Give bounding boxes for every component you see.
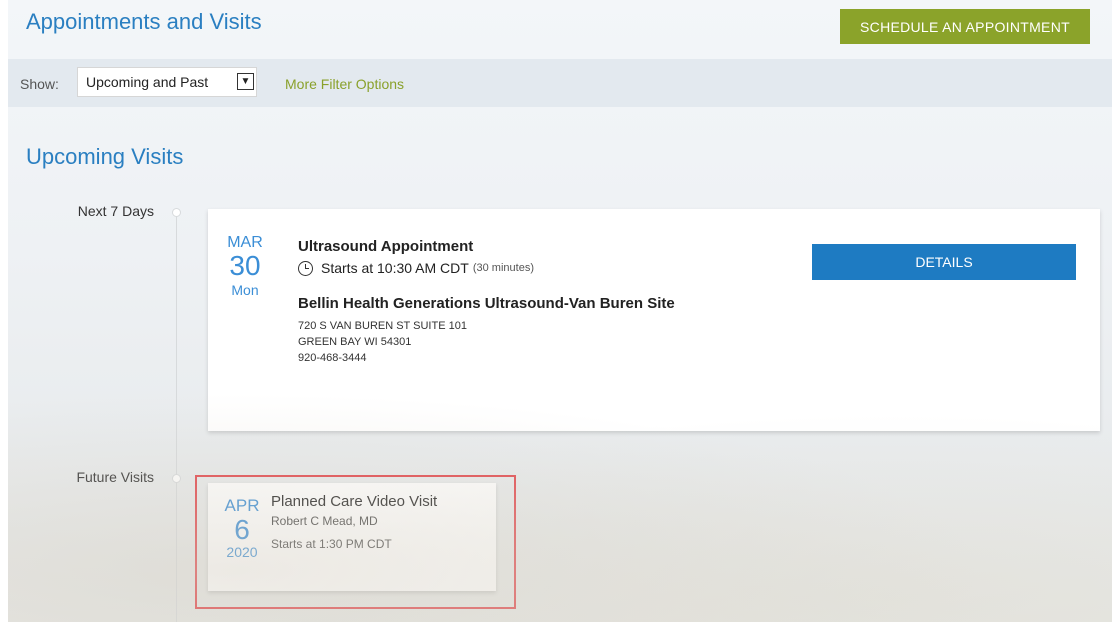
show-label: Show:	[20, 76, 59, 92]
visit-address-line1: 720 S VAN BUREN ST SUITE 101	[298, 320, 467, 332]
page: Appointments and Visits SCHEDULE AN APPO…	[8, 0, 1112, 622]
visit-card[interactable]: MAR 30 Mon Ultrasound Appointment Starts…	[208, 209, 1100, 431]
show-select-value: Upcoming and Past	[86, 74, 209, 90]
schedule-appointment-button[interactable]: SCHEDULE AN APPOINTMENT	[840, 9, 1090, 44]
more-filter-options-link[interactable]: More Filter Options	[285, 76, 404, 92]
timeline-dot	[172, 474, 181, 483]
visit-date: MAR 30 Mon	[220, 234, 270, 298]
visit-address-line2: GREEN BAY WI 54301	[298, 336, 412, 348]
visit-title: Ultrasound Appointment	[298, 238, 474, 255]
visit-weekday: Mon	[231, 282, 259, 298]
timeline-line	[176, 210, 177, 622]
visit-location: Bellin Health Generations Ultrasound-Van…	[298, 295, 675, 312]
group-label-next-7-days: Next 7 Days	[77, 203, 154, 219]
visit-time: Starts at 10:30 AM CDT (30 minutes)	[298, 260, 534, 276]
visit-duration: (30 minutes)	[472, 262, 534, 274]
highlight-box	[195, 475, 516, 609]
visit-phone: 920-468-3444	[298, 352, 367, 364]
visit-day: 30	[229, 250, 261, 281]
timeline-dot	[172, 208, 181, 217]
group-label-future-visits: Future Visits	[76, 469, 154, 485]
visit-start-time: Starts at 10:30 AM CDT	[321, 260, 469, 276]
details-button[interactable]: DETAILS	[812, 244, 1076, 280]
chevron-down-icon[interactable]: ▼	[237, 73, 254, 90]
page-title: Appointments and Visits	[26, 9, 262, 34]
show-select[interactable]: Upcoming and Past ▼	[77, 67, 257, 97]
filter-bar: Show: Upcoming and Past ▼ More Filter Op…	[8, 59, 1112, 107]
upcoming-visits-heading: Upcoming Visits	[26, 144, 184, 169]
clock-icon	[298, 260, 313, 276]
